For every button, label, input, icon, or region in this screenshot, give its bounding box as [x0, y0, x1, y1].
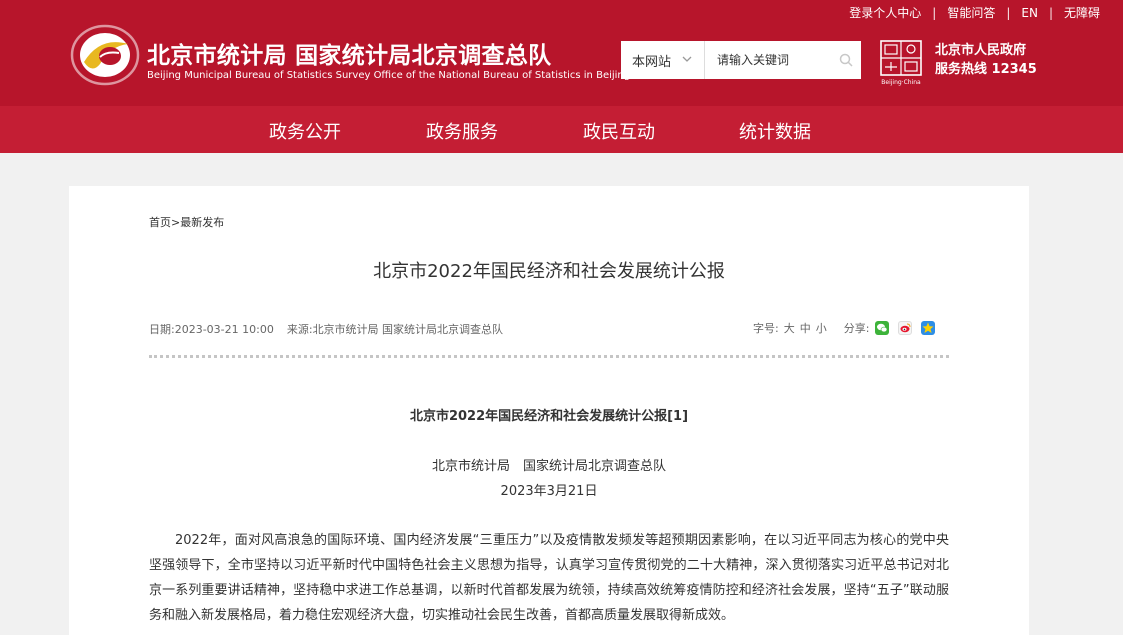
hotline[interactable]: 北京市人民政府 服务热线 12345 [935, 41, 1037, 79]
link-separator: | [1048, 5, 1053, 20]
nav-item-interaction[interactable]: 政民互动 [583, 118, 655, 144]
wechat-icon[interactable] [875, 321, 890, 335]
search-icon [839, 53, 853, 67]
nav-item-statistics[interactable]: 统计数据 [739, 118, 811, 144]
publish-date: 2023-03-21 10:00 [174, 323, 274, 336]
search-scope-label: 本网站 [632, 54, 672, 70]
search-input[interactable] [705, 41, 831, 79]
top-links: 登录个人中心 | 智能问答 | EN | 无障碍 [849, 4, 1100, 21]
nav-item-gov-services[interactable]: 政务服务 [426, 118, 498, 144]
hotline-org: 北京市人民政府 [935, 43, 1027, 58]
weibo-icon[interactable] [898, 321, 913, 335]
nav-item-gov-affairs[interactable]: 政务公开 [269, 118, 341, 144]
title-divider [149, 355, 949, 358]
search-button[interactable] [831, 41, 861, 79]
site-title: 北京市统计局 国家统计局北京调查总队 [147, 43, 552, 69]
accessibility-link[interactable]: 无障碍 [1064, 4, 1100, 21]
search-scope-select[interactable]: 本网站 [621, 41, 705, 79]
date-label: 日期: [149, 323, 175, 336]
chevron-down-icon [682, 56, 692, 62]
capital-logo-icon[interactable]: Beijing·China [880, 40, 922, 86]
bureau-logo-icon[interactable] [70, 24, 140, 86]
share-label: 分享: [843, 322, 870, 335]
source-label: 来源: [286, 323, 313, 336]
article-date: 2023年3月21日 [500, 484, 598, 499]
page-title: 北京市2022年国民经济和社会发展统计公报 [373, 261, 725, 282]
link-separator: | [932, 5, 937, 20]
article-heading: 北京市2022年国民经济和社会发展统计公报[1] [409, 409, 689, 424]
login-link[interactable]: 登录个人中心 [849, 4, 921, 21]
breadcrumb-home[interactable]: 首页 [149, 216, 171, 229]
font-size-medium[interactable]: 中 [800, 320, 811, 336]
search-box: 本网站 [621, 41, 861, 79]
breadcrumb: 首页>最新发布 [149, 214, 224, 230]
main-nav: 政务公开 政务服务 政民互动 统计数据 [0, 106, 1123, 153]
smart-qa-link[interactable]: 智能问答 [947, 4, 995, 21]
font-size-large[interactable]: 大 [784, 320, 795, 336]
breadcrumb-current[interactable]: 最新发布 [180, 216, 224, 229]
article-tools: 字号: 大 中 小 分享: [753, 320, 936, 336]
article-organization: 北京市统计局 国家统计局北京调查总队 [431, 459, 666, 474]
hotline-number: 服务热线 12345 [935, 62, 1037, 77]
article-paragraph: 2022年，面对风高浪急的国际环境、国内经济发展“三重压力”以及疫情散发频发等超… [149, 533, 949, 623]
site-header: 登录个人中心 | 智能问答 | EN | 无障碍 北京市统计局 国家统计局北京调… [0, 0, 1123, 106]
source-value: 北京市统计局 国家统计局北京调查总队 [312, 323, 504, 336]
breadcrumb-separator: > [171, 216, 181, 229]
font-size-small[interactable]: 小 [816, 320, 827, 336]
article-meta: 日期:2023-03-21 10:00 来源:北京市统计局 国家统计局北京调查总队 [149, 321, 503, 337]
english-link[interactable]: EN [1021, 6, 1038, 20]
site-subtitle: Beijing Municipal Bureau of Statistics S… [147, 70, 631, 81]
font-size-label: 字号: [753, 322, 779, 335]
qzone-icon[interactable] [921, 321, 936, 335]
capital-logo-text: Beijing·China [881, 79, 921, 86]
link-separator: | [1006, 5, 1011, 20]
